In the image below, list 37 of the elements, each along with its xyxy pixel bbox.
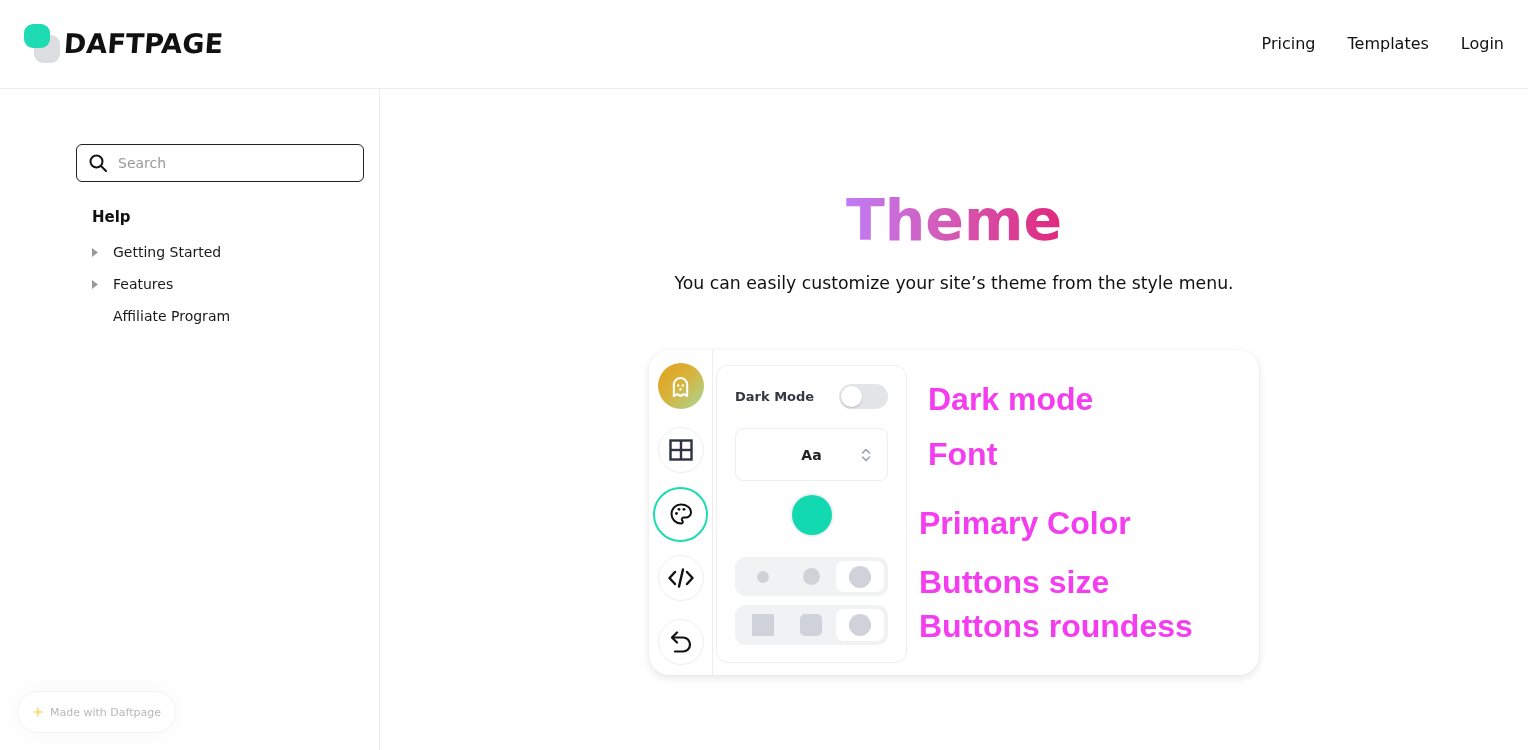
sidebar-item[interactable]: Features — [92, 268, 174, 300]
shape-option[interactable] — [835, 609, 884, 641]
ghost-icon — [671, 375, 690, 397]
palette-icon — [668, 502, 693, 526]
undo-icon — [669, 631, 692, 653]
color-swatch[interactable] — [791, 495, 832, 535]
nav-link[interactable]: Login — [1460, 33, 1504, 55]
annotation-label: Buttons roundess — [919, 607, 1193, 645]
sidebar-item[interactable]: Getting Started — [92, 236, 222, 268]
code-icon — [667, 568, 694, 588]
circle-icon — [848, 614, 871, 636]
dot-icon — [848, 565, 871, 588]
search-field[interactable]: Search — [76, 144, 364, 182]
annotation-label: Dark mode — [928, 380, 1094, 418]
toggle-switch[interactable] — [839, 384, 888, 409]
annotation-label: Buttons size — [919, 563, 1110, 601]
search-icon — [89, 154, 107, 172]
rounded-square-icon — [800, 614, 823, 636]
annotation-label: Primary Color — [919, 504, 1131, 542]
logo-icon — [24, 24, 60, 64]
dot-icon — [757, 570, 770, 583]
section-heading: Help — [92, 207, 131, 227]
sparkle-icon — [32, 706, 44, 718]
nav-link[interactable]: Templates — [1347, 33, 1429, 55]
font-select[interactable]: Aa — [735, 428, 888, 481]
nav-link[interactable]: Pricing — [1261, 33, 1316, 55]
tool-button[interactable] — [653, 486, 708, 542]
chevron-updown-icon — [861, 446, 871, 463]
intro-text: You can easily customize your site’s theme from the style menu. — [674, 272, 1234, 295]
dot-icon — [803, 568, 820, 585]
dark-mode-label: Dark Mode — [735, 389, 815, 404]
sidebar-item[interactable]: Affiliate Program — [92, 300, 231, 332]
size-option[interactable] — [835, 561, 884, 592]
annotation-label: Font — [928, 435, 998, 473]
square-icon — [752, 614, 775, 636]
logo-text: DAFTPAGE — [62, 27, 225, 61]
grid-icon — [668, 439, 693, 461]
